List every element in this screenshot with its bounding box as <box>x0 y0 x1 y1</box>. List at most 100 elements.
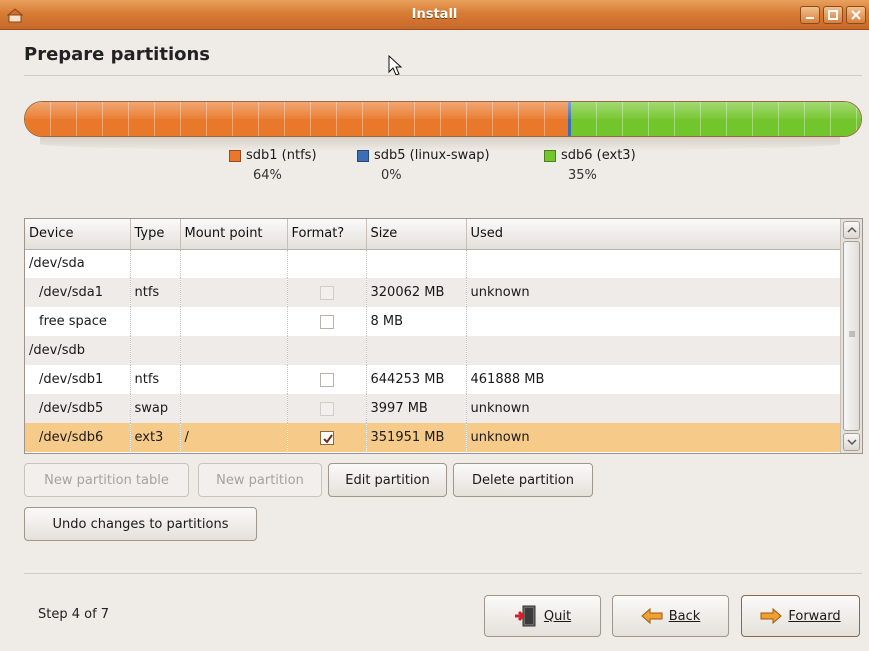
cell-mount <box>180 249 288 278</box>
format-checkbox[interactable] <box>319 430 334 445</box>
format-checkbox <box>319 401 334 416</box>
minimize-button[interactable] <box>800 6 820 24</box>
cell-device: free space <box>25 307 131 336</box>
cell-type: ntfs <box>130 278 181 307</box>
forward-button[interactable]: Forward <box>741 595 860 637</box>
cell-format <box>287 394 367 423</box>
footer-divider <box>24 573 862 574</box>
cell-size: 351951 MB <box>366 423 467 452</box>
legend-label-sdb6: sdb6 (ext3) <box>561 148 636 163</box>
window-titlebar: Install <box>0 0 869 30</box>
column-header-mount-point[interactable]: Mount point <box>180 219 288 250</box>
scroll-down-button[interactable] <box>843 433 860 451</box>
page-title: Prepare partitions <box>24 44 211 65</box>
cell-format <box>287 423 367 452</box>
partition-table[interactable]: Device Type Mount point Format? Size Use… <box>24 218 863 454</box>
cell-device: /dev/sdb <box>25 336 131 365</box>
legend-swatch-sdb6 <box>544 149 556 162</box>
column-header-type[interactable]: Type <box>130 219 181 250</box>
back-arrow-icon <box>640 608 663 624</box>
table-row[interactable]: free space 8 MB <box>25 307 841 336</box>
window-title: Install <box>411 7 458 22</box>
cell-mount: / <box>180 423 288 452</box>
format-checkbox[interactable] <box>319 372 334 387</box>
cell-mount <box>180 365 288 394</box>
checkmark-icon <box>322 433 333 444</box>
cell-type <box>130 249 181 278</box>
cell-device: /dev/sda <box>25 249 131 278</box>
cell-mount <box>180 307 288 336</box>
column-header-format[interactable]: Format? <box>287 219 367 250</box>
legend-percent-sdb1: 64% <box>253 168 282 183</box>
maximize-icon <box>828 10 838 20</box>
maximize-button[interactable] <box>823 6 843 24</box>
legend-label-sdb1: sdb1 (ntfs) <box>246 148 317 163</box>
grip-icon <box>849 331 855 337</box>
close-button[interactable] <box>846 6 866 24</box>
back-button[interactable]: Back <box>612 595 729 637</box>
cell-used: unknown <box>466 423 841 452</box>
cell-size <box>366 336 467 365</box>
back-label: Back <box>668 608 701 624</box>
table-row-selected[interactable]: /dev/sdb6 ext3 / 351951 MB unknown <box>25 423 841 452</box>
cell-format <box>287 249 367 278</box>
legend-swatch-sdb5 <box>357 149 369 162</box>
table-row[interactable]: /dev/sda1 ntfs 320062 MB unknown <box>25 278 841 307</box>
forward-label: Forward <box>788 608 841 624</box>
legend-sdb1: sdb1 (ntfs) 64% <box>229 148 317 183</box>
table-row[interactable]: /dev/sdb5 swap 3997 MB unknown <box>25 394 841 423</box>
mouse-cursor-icon <box>388 55 403 76</box>
cell-device: /dev/sda1 <box>25 278 131 307</box>
forward-arrow-icon <box>760 608 783 624</box>
table-scrollbar[interactable] <box>840 219 862 453</box>
close-icon <box>851 10 861 20</box>
cell-type: ntfs <box>130 365 181 394</box>
quit-button[interactable]: Quit <box>484 595 601 637</box>
legend-sdb6: sdb6 (ext3) 35% <box>544 148 636 183</box>
delete-partition-button[interactable]: Delete partition <box>453 463 593 497</box>
edit-partition-button[interactable]: Edit partition <box>328 463 447 497</box>
cell-type: swap <box>130 394 181 423</box>
chevron-up-icon <box>847 226 857 233</box>
new-partition-button[interactable]: New partition <box>198 463 322 497</box>
legend-percent-sdb6: 35% <box>568 168 597 183</box>
cell-used <box>466 336 841 365</box>
cell-used: 461888 MB <box>466 365 841 394</box>
table-row[interactable]: /dev/sda <box>25 249 841 278</box>
legend-label-sdb5: sdb5 (linux-swap) <box>374 148 490 163</box>
header-divider <box>24 75 862 76</box>
cell-size: 644253 MB <box>366 365 467 394</box>
format-checkbox[interactable] <box>319 314 334 329</box>
format-checkbox <box>319 285 334 300</box>
cell-size <box>366 249 467 278</box>
scroll-up-button[interactable] <box>843 221 860 239</box>
scroll-thumb[interactable] <box>843 241 860 431</box>
undo-changes-button[interactable]: Undo changes to partitions <box>24 507 257 541</box>
cell-type: ext3 <box>130 423 181 452</box>
table-row[interactable]: /dev/sdb1 ntfs 644253 MB 461888 MB <box>25 365 841 394</box>
column-header-device[interactable]: Device <box>25 219 131 250</box>
column-header-size[interactable]: Size <box>366 219 467 250</box>
cell-format <box>287 336 367 365</box>
cell-used <box>466 249 841 278</box>
partition-segment-3 <box>570 102 861 136</box>
cell-mount <box>180 394 288 423</box>
minimize-icon <box>806 17 814 19</box>
cell-used: unknown <box>466 278 841 307</box>
partition-segment-1 <box>25 102 568 136</box>
cell-device: /dev/sdb6 <box>25 423 131 452</box>
column-header-used[interactable]: Used <box>466 219 841 250</box>
cell-format <box>287 278 367 307</box>
table-row[interactable]: /dev/sdb <box>25 336 841 365</box>
legend-swatch-sdb1 <box>229 149 241 162</box>
quit-label: Quit <box>543 608 572 624</box>
chevron-down-icon <box>847 439 857 446</box>
new-partition-table-button[interactable]: New partition table <box>24 463 189 497</box>
cell-used: unknown <box>466 394 841 423</box>
legend-percent-sdb5: 0% <box>381 168 402 183</box>
cell-format <box>287 365 367 394</box>
cell-used <box>466 307 841 336</box>
cell-mount <box>180 336 288 365</box>
cell-mount <box>180 278 288 307</box>
cell-size: 3997 MB <box>366 394 467 423</box>
